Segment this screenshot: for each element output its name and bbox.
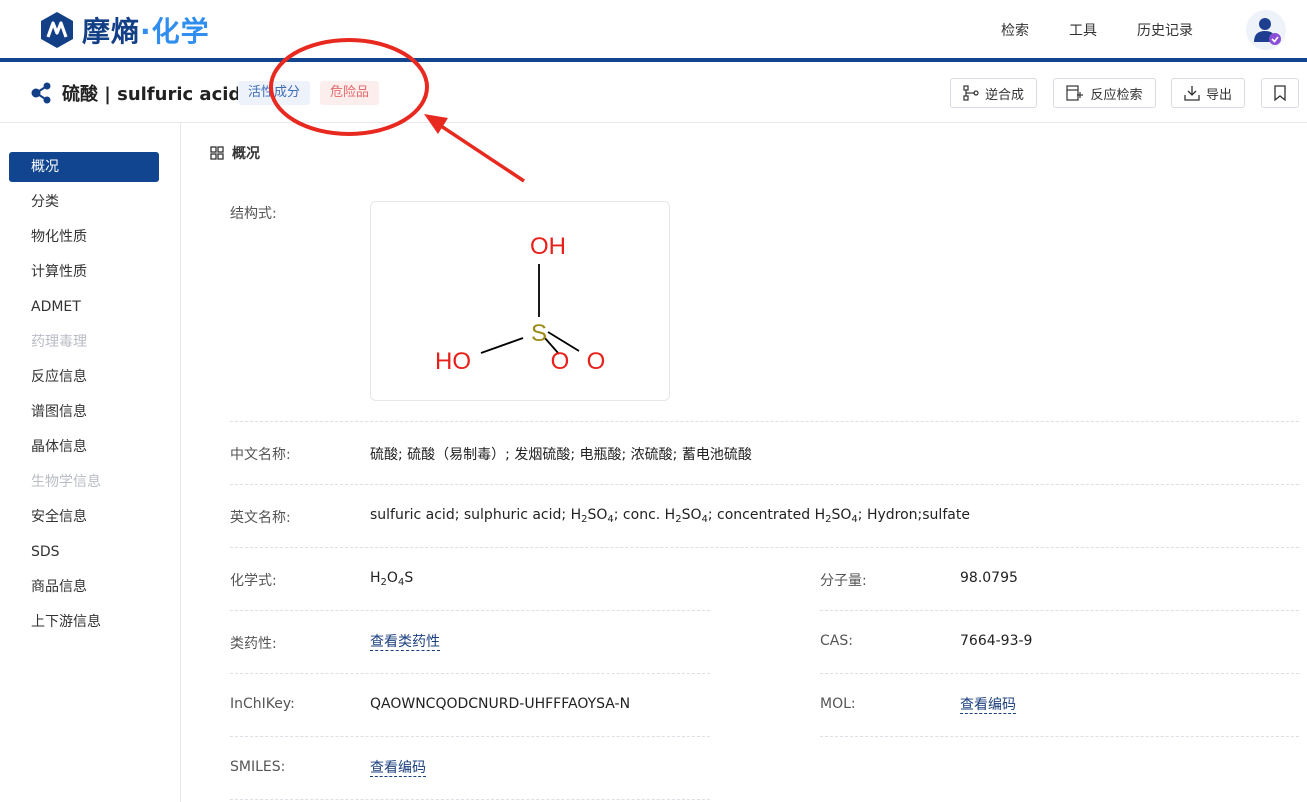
- en-name-label: 英文名称:: [230, 510, 291, 526]
- sidebar-item[interactable]: 计算性质: [9, 257, 159, 287]
- sidebar-item: 生物学信息: [31, 474, 101, 490]
- atom-s: S: [531, 320, 547, 347]
- brand-name-accent: 化学: [151, 15, 210, 48]
- mw-value: 98.0795: [960, 570, 1018, 586]
- row-divider: [230, 799, 710, 800]
- sidebar-item[interactable]: 商品信息: [9, 572, 159, 602]
- row-divider: [820, 736, 1299, 737]
- structure-image[interactable]: OH S HO O O: [370, 201, 670, 401]
- top-bar: 摩熵·化学 检索 工具 历史记录: [0, 0, 1307, 58]
- mol-label: MOL:: [820, 696, 856, 712]
- sidebar-item[interactable]: 安全信息: [9, 502, 159, 532]
- section-sidebar: 概况分类物化性质计算性质 ADMET 药理毒理反应信息谱图信息晶体信息生物学信息安全…: [0, 123, 181, 802]
- tag-active-ingredient: 活性成分: [238, 81, 311, 105]
- en-name-part: SO: [681, 507, 702, 523]
- sidebar-item[interactable]: 概况: [9, 152, 159, 182]
- export-label: 导出: [1205, 87, 1232, 103]
- brand-name-main: 摩熵: [82, 15, 141, 48]
- page-title: 硫酸 | sulfuric acid: [62, 84, 242, 105]
- row-divider: [230, 547, 1299, 548]
- export-button[interactable]: 导出: [1171, 78, 1245, 108]
- row-divider: [230, 610, 710, 611]
- smiles-link[interactable]: 查看编码: [370, 760, 426, 777]
- grid-icon: [210, 146, 224, 160]
- structure-label: 结构式:: [230, 206, 277, 222]
- sidebar-item[interactable]: 物化性质: [9, 222, 159, 252]
- tag-hazardous: 危险品: [320, 81, 380, 105]
- molecule-icon: [31, 82, 51, 104]
- download-icon: [1184, 86, 1200, 101]
- row-divider: [230, 736, 710, 737]
- brand-name: 摩熵·化学: [82, 10, 210, 50]
- formula-part: H: [370, 570, 381, 586]
- en-name-part: ; concentrated H: [707, 507, 826, 523]
- cn-name-label: 中文名称:: [230, 447, 291, 463]
- sidebar-item[interactable]: 反应信息: [9, 362, 159, 392]
- retrosynthesis-label: 逆合成: [984, 87, 1024, 103]
- en-name-part: sulfuric acid; sulphuric acid; H: [370, 507, 582, 523]
- sidebar-item[interactable]: 谱图信息: [9, 397, 159, 427]
- formula-value: H2O4S: [370, 570, 413, 588]
- druglike-label: 类药性:: [230, 636, 277, 652]
- cn-name-value: 硫酸; 硫酸（易制毒）; 发烟硫酸; 电瓶酸; 浓硫酸; 蓄电池硫酸: [370, 447, 752, 463]
- row-divider: [230, 421, 1299, 422]
- atom-ho-left: HO: [435, 348, 471, 375]
- cas-value: 7664-93-9: [960, 633, 1033, 649]
- mw-label: 分子量:: [820, 573, 867, 589]
- reaction-search-icon: [1066, 85, 1084, 101]
- retrosynthesis-icon: [963, 85, 979, 101]
- bookmark-button[interactable]: [1261, 78, 1299, 108]
- row-divider: [820, 673, 1299, 674]
- druglike-link[interactable]: 查看类药性: [370, 634, 440, 651]
- nav-tools[interactable]: 工具: [1069, 20, 1097, 40]
- nav-search[interactable]: 检索: [1001, 20, 1029, 40]
- inchikey-label: InChIKey:: [230, 696, 295, 712]
- formula-part: S: [404, 570, 414, 586]
- sidebar-item: 药理毒理: [31, 334, 87, 350]
- inchikey-value: QAOWNCQODCNURD-UHFFFAOYSA-N: [370, 696, 631, 712]
- sidebar-item[interactable]: 分类: [9, 187, 159, 217]
- overview-heading-text: 概况: [232, 146, 260, 162]
- formula-part: O: [386, 570, 398, 586]
- en-name-part: ; conc. H: [613, 507, 676, 523]
- row-divider: [230, 484, 1299, 485]
- sidebar-item[interactable]: SDS: [9, 537, 159, 567]
- atom-o-1: O: [551, 348, 570, 375]
- sidebar-item[interactable]: ADMET: [9, 292, 159, 322]
- retrosynthesis-button[interactable]: 逆合成: [950, 78, 1037, 108]
- section-heading-overview: 概况: [210, 143, 260, 163]
- row-divider: [820, 610, 1299, 611]
- sidebar-item[interactable]: 晶体信息: [9, 432, 159, 462]
- smiles-label: SMILES:: [230, 759, 286, 775]
- row-divider: [230, 673, 710, 674]
- formula-label: 化学式:: [230, 573, 277, 589]
- nav-history[interactable]: 历史记录: [1137, 20, 1193, 40]
- bookmark-icon: [1274, 85, 1286, 101]
- en-name-value: sulfuric acid; sulphuric acid; H2SO4; co…: [370, 507, 970, 525]
- reaction-search-label: 反应检索: [1090, 87, 1143, 103]
- en-name-part: SO: [831, 507, 852, 523]
- structure-diagram: OH S HO O O: [435, 233, 606, 375]
- atom-o-2: O: [587, 348, 606, 375]
- annotation-arrow-line: [437, 122, 525, 183]
- cas-label: CAS:: [820, 633, 853, 649]
- mol-link[interactable]: 查看编码: [960, 697, 1016, 714]
- brand-logo[interactable]: 摩熵·化学: [38, 10, 210, 50]
- logo-icon: [41, 12, 73, 48]
- atom-oh-top: OH: [530, 233, 566, 260]
- en-name-part: ; Hydron;sulfate: [857, 507, 970, 523]
- user-icon: [1254, 18, 1281, 45]
- brand-name-dot: ·: [140, 15, 152, 48]
- sidebar-item[interactable]: 上下游信息: [9, 607, 159, 637]
- reaction-search-button[interactable]: 反应检索: [1053, 78, 1156, 108]
- user-avatar[interactable]: [1246, 10, 1286, 50]
- compound-title-bar: 硫酸 | sulfuric acid 活性成分 危险品 逆合成 反应检索 导出: [0, 62, 1307, 123]
- en-name-part: SO: [587, 507, 608, 523]
